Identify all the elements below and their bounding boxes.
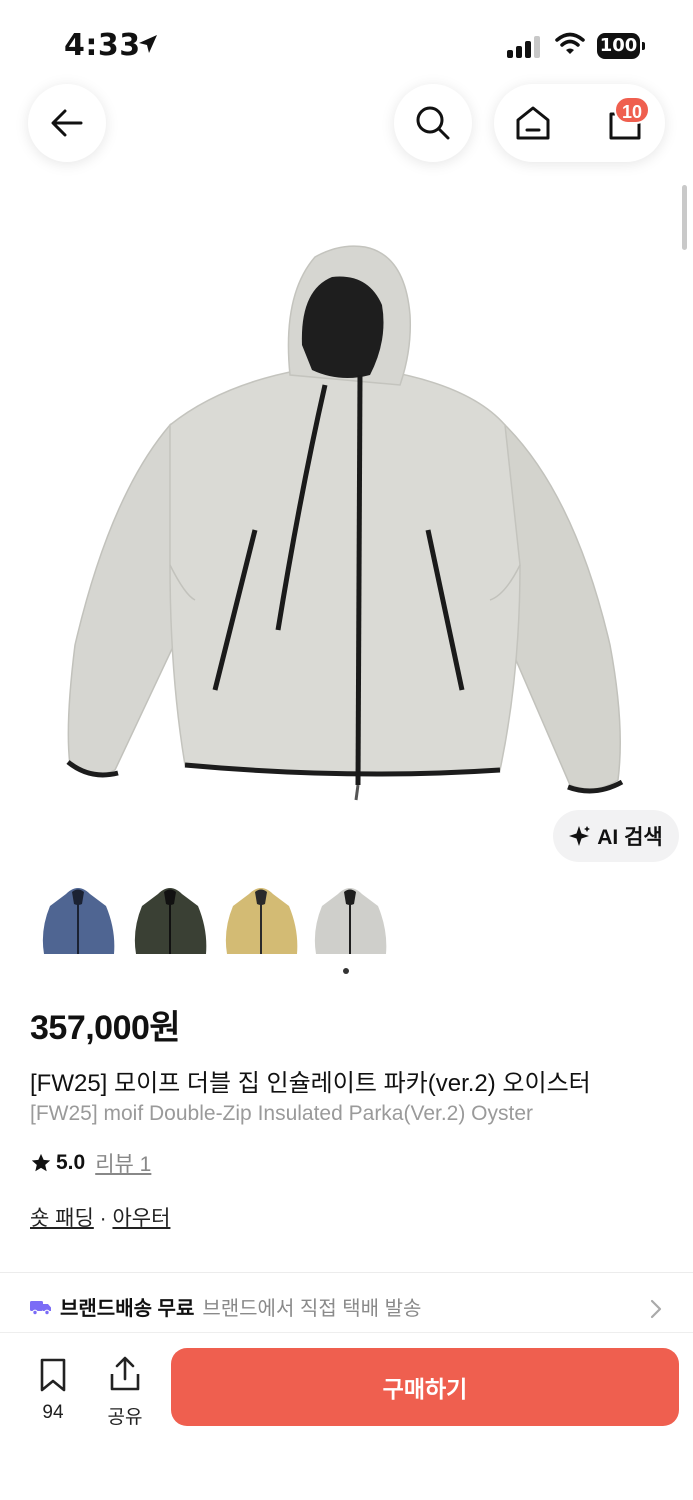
truck-icon xyxy=(30,1300,51,1315)
review-link[interactable]: 리뷰 1 xyxy=(95,1148,151,1178)
ai-search-button[interactable]: AI 검색 xyxy=(553,810,679,862)
home-icon xyxy=(516,106,550,140)
battery-icon: 100 xyxy=(597,33,645,59)
category-separator: · xyxy=(93,1207,113,1230)
rating-row: 5.0 리뷰 1 xyxy=(30,1148,151,1178)
category-breadcrumb: 숏 패딩 · 아우터 xyxy=(30,1202,170,1232)
bookmark-button[interactable]: 94 xyxy=(30,1357,76,1424)
selected-color-indicator xyxy=(343,968,349,974)
color-thumbnail-dark-olive[interactable] xyxy=(128,880,212,964)
arrow-left-icon xyxy=(51,109,83,137)
back-button[interactable] xyxy=(28,84,106,162)
bookmark-count: 94 xyxy=(42,1402,64,1423)
ai-search-label: AI 검색 xyxy=(597,826,663,849)
category-short-padding[interactable]: 숏 패딩 xyxy=(30,1207,94,1230)
scroll-indicator[interactable] xyxy=(682,185,687,250)
chevron-right-icon[interactable] xyxy=(648,1298,664,1325)
category-outer[interactable]: 아우터 xyxy=(112,1207,170,1230)
search-button[interactable] xyxy=(394,84,472,162)
product-title-ko: [FW25] 모이프 더블 집 인슐레이트 파카(ver.2) 오이스터 xyxy=(30,1070,591,1097)
product-title-en: [FW25] moif Double-Zip Insulated Parka(V… xyxy=(30,1102,534,1125)
cart-count-badge: 10 xyxy=(614,96,650,124)
bottom-action-bar: 94 공유 구매하기 xyxy=(0,1332,693,1500)
nav-pill: 10 xyxy=(494,84,665,162)
shipping-detail: 브랜드에서 직접 택배 발송 xyxy=(202,1298,422,1320)
color-thumbnails xyxy=(36,880,396,964)
shipping-label: 브랜드배송 무료 xyxy=(60,1298,195,1320)
star-icon xyxy=(31,1153,51,1172)
wifi-icon xyxy=(555,32,585,61)
status-time: 4:33 xyxy=(64,28,141,63)
product-main-image[interactable] xyxy=(50,235,643,805)
color-thumbnail-navy[interactable] xyxy=(36,880,120,964)
buy-button[interactable]: 구매하기 xyxy=(171,1348,679,1426)
section-divider xyxy=(0,1272,693,1273)
home-button[interactable] xyxy=(512,102,554,149)
sparkle-icon xyxy=(569,826,591,846)
status-bar: 4:33 100 xyxy=(0,0,693,84)
search-icon xyxy=(416,106,450,140)
bookmark-icon xyxy=(40,1358,66,1392)
location-arrow-icon xyxy=(136,32,160,61)
color-thumbnail-mustard[interactable] xyxy=(219,880,303,964)
color-thumbnail-oyster[interactable] xyxy=(308,880,392,964)
battery-level: 100 xyxy=(597,33,640,59)
shipping-info[interactable]: 브랜드배송 무료 브랜드에서 직접 택배 발송 xyxy=(30,1292,421,1321)
signal-icon xyxy=(507,36,543,58)
share-label: 공유 xyxy=(107,1407,143,1428)
share-icon xyxy=(110,1356,140,1391)
rating-score: 5.0 xyxy=(56,1151,86,1174)
product-price: 357,000원 xyxy=(30,1009,181,1047)
share-button[interactable]: 공유 xyxy=(102,1355,148,1429)
